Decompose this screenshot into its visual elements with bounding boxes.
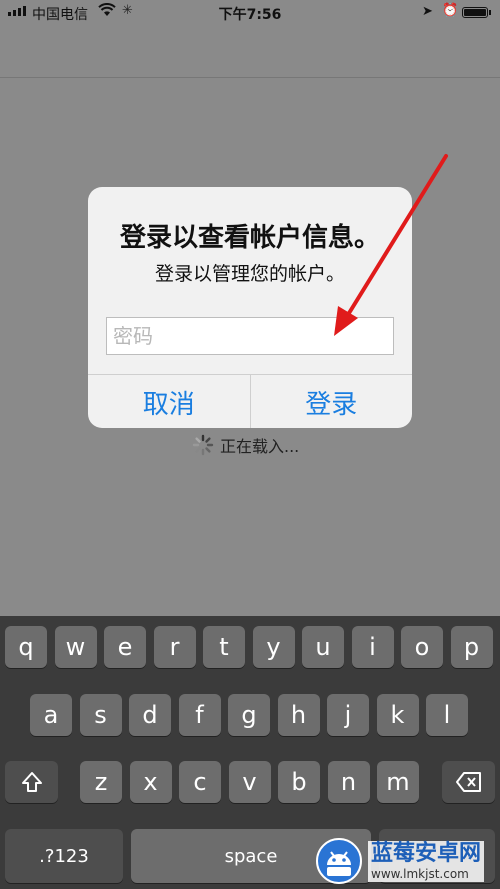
key-s[interactable]: s xyxy=(79,694,122,736)
key-z[interactable]: z xyxy=(80,761,122,803)
watermark-name: 蓝莓安卓网 xyxy=(368,840,485,867)
status-bar: 中国电信 ✳ 下午7:56 ➤ ⏰ xyxy=(0,0,500,26)
dialog-title: 登录以查看帐户信息。 xyxy=(119,223,380,253)
cancel-button[interactable]: 取消 xyxy=(88,375,251,428)
key-x[interactable]: x xyxy=(129,761,172,803)
location-icon: ➤ xyxy=(422,4,433,19)
key-g[interactable]: g xyxy=(228,694,270,736)
numbers-key[interactable]: .?123 xyxy=(5,829,123,883)
key-k[interactable]: k xyxy=(376,694,419,736)
key-e[interactable]: e xyxy=(104,626,146,668)
delete-key[interactable] xyxy=(442,761,495,803)
watermark-url: www.lmkjst.com xyxy=(368,866,485,882)
key-p[interactable]: p xyxy=(450,626,493,668)
key-b[interactable]: b xyxy=(278,761,320,803)
key-a[interactable]: a xyxy=(30,694,72,736)
dialog-message: 登录以管理您的帐户。 xyxy=(154,263,345,285)
android-logo-icon xyxy=(316,838,362,884)
key-w[interactable]: w xyxy=(54,626,97,668)
login-button[interactable]: 登录 xyxy=(251,375,413,428)
spinner-icon xyxy=(192,434,214,456)
loading-indicator: 正在载入... xyxy=(192,433,299,457)
dialog-button-row: 取消 登录 xyxy=(88,374,412,428)
alarm-icon: ⏰ xyxy=(442,3,459,18)
loading-text: 正在载入... xyxy=(220,437,300,456)
key-i[interactable]: i xyxy=(351,626,394,668)
key-q[interactable]: q xyxy=(5,626,47,668)
key-f[interactable]: f xyxy=(178,694,221,736)
shift-key[interactable] xyxy=(5,761,58,803)
key-u[interactable]: u xyxy=(302,626,344,668)
key-j[interactable]: j xyxy=(327,694,369,736)
battery-tip xyxy=(489,10,491,15)
key-c[interactable]: c xyxy=(179,761,221,803)
login-dialog: 登录以查看帐户信息。 登录以管理您的帐户。 取消 登录 xyxy=(88,187,412,428)
key-v[interactable]: v xyxy=(228,761,271,803)
key-r[interactable]: r xyxy=(153,626,196,668)
battery-icon xyxy=(462,7,488,18)
key-d[interactable]: d xyxy=(129,694,171,736)
key-y[interactable]: y xyxy=(252,626,295,668)
watermark: 蓝莓安卓网 www.lmkjst.com xyxy=(316,836,485,886)
key-t[interactable]: t xyxy=(203,626,245,668)
nav-divider xyxy=(0,77,500,78)
key-n[interactable]: n xyxy=(327,761,370,803)
password-field[interactable] xyxy=(106,317,394,355)
key-o[interactable]: o xyxy=(401,626,443,668)
key-l[interactable]: l xyxy=(426,694,468,736)
key-h[interactable]: h xyxy=(277,694,320,736)
key-m[interactable]: m xyxy=(377,761,419,803)
